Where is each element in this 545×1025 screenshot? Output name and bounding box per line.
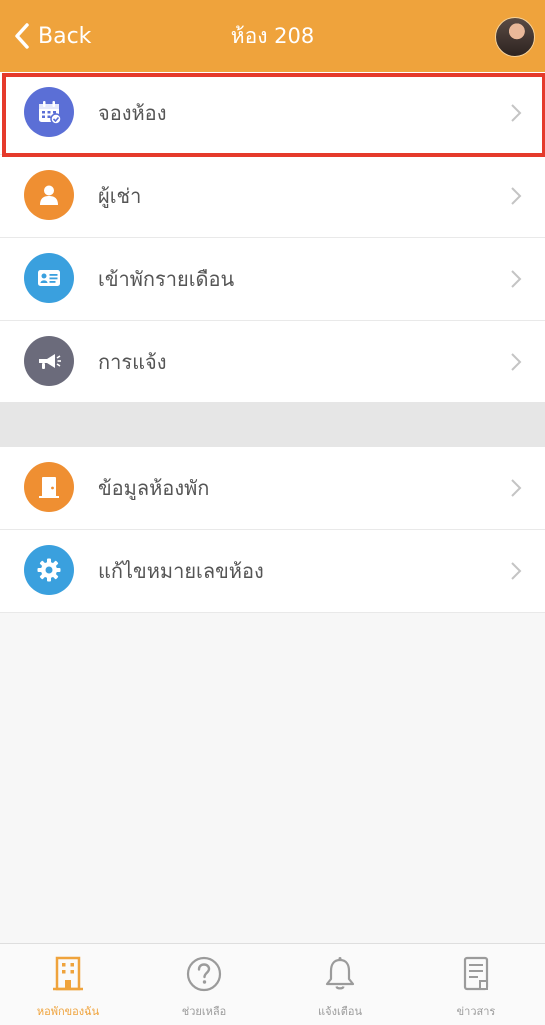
person-icon (24, 170, 74, 220)
tab-help[interactable]: ช่วยเหลือ (136, 944, 272, 1025)
tab-label: ข่าวสาร (456, 1005, 496, 1018)
menu-item-notices[interactable]: การแจ้ง (0, 321, 545, 404)
menu-item-room-info[interactable]: ข้อมูลห้องพัก (0, 447, 545, 530)
building-icon (53, 956, 83, 991)
menu-item-label: ผู้เช่า (98, 184, 142, 208)
menu-group-room-info: ข้อมูลห้องพัก แก้ไขหมายเลขห้อง (0, 447, 545, 613)
tab-label: ช่วยเหลือ (181, 1005, 227, 1018)
menu-item-monthly-stay[interactable]: เข้าพักรายเดือน (0, 238, 545, 321)
megaphone-icon (24, 336, 74, 386)
tab-news[interactable]: ข่าวสาร (408, 944, 544, 1025)
menu-item-label: แก้ไขหมายเลขห้อง (98, 559, 264, 583)
chevron-right-icon (511, 104, 522, 122)
tab-label: หอพักของฉัน (36, 1005, 100, 1018)
chevron-right-icon (511, 353, 522, 371)
menu-group-room-actions: จองห้อง ผู้เช่า เข้าพักรายเดือน การแจ้ง (0, 72, 545, 404)
menu-item-booking[interactable]: จองห้อง (0, 72, 545, 155)
help-icon (186, 956, 222, 992)
menu-item-tenant[interactable]: ผู้เช่า (0, 155, 545, 238)
chevron-left-icon (15, 23, 29, 49)
chevron-right-icon (511, 479, 522, 497)
back-label: Back (38, 23, 92, 49)
back-button[interactable]: Back (12, 18, 91, 54)
chevron-right-icon (511, 562, 522, 580)
menu-item-label: ข้อมูลห้องพัก (98, 476, 210, 500)
avatar[interactable] (495, 17, 535, 57)
id-card-icon (24, 253, 74, 303)
tab-notifications[interactable]: แจ้งเตือน (272, 944, 408, 1025)
menu-item-label: การแจ้ง (98, 350, 167, 374)
tab-bar: หอพักของฉัน ช่วยเหลือ แจ้งเตือน ข่าวสาร (0, 943, 545, 1025)
nav-header: Back ห้อง 208 (0, 0, 545, 72)
menu-item-label: จองห้อง (98, 101, 167, 125)
gear-icon (24, 545, 74, 595)
chevron-right-icon (511, 270, 522, 288)
door-icon (24, 462, 74, 512)
tab-my-dorm[interactable]: หอพักของฉัน (0, 944, 136, 1025)
chevron-right-icon (511, 187, 522, 205)
section-divider (0, 402, 545, 447)
calendar-check-icon (24, 87, 74, 137)
bell-icon (325, 957, 355, 990)
menu-item-label: เข้าพักรายเดือน (98, 267, 235, 291)
menu-item-edit-room-number[interactable]: แก้ไขหมายเลขห้อง (0, 530, 545, 613)
tab-label: แจ้งเตือน (318, 1005, 362, 1018)
news-icon (463, 956, 489, 991)
